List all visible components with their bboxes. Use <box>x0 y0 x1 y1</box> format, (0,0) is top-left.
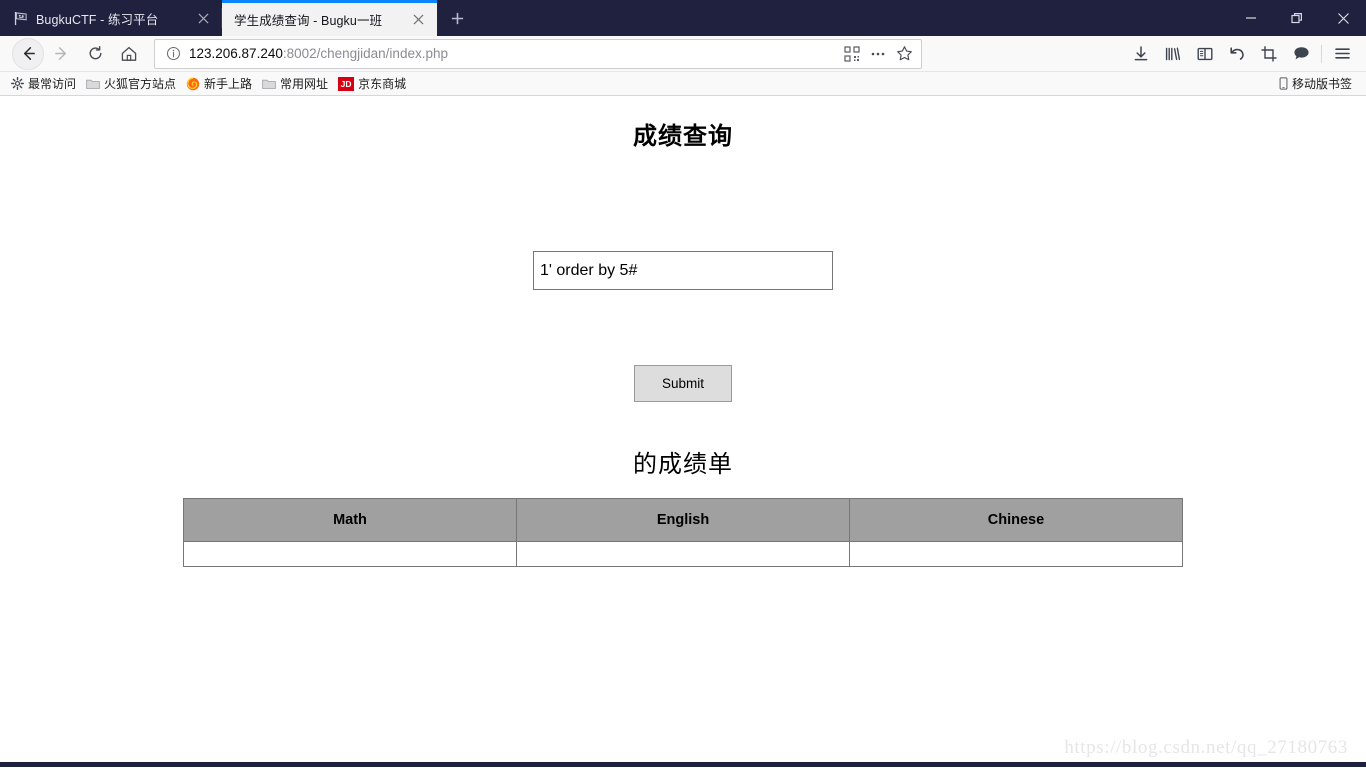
query-input[interactable] <box>533 251 833 290</box>
bookmark-item-getting-started[interactable]: 新手上路 <box>181 74 257 93</box>
browser-title-bar: BugkuCTF - 练习平台 学生成绩查询 - Bugku一班 <box>0 0 1366 36</box>
grades-table-head: Math English Chinese <box>183 498 1183 542</box>
pirate-flag-icon <box>12 10 28 26</box>
plus-icon <box>451 12 463 24</box>
page-actions-ellipsis-icon[interactable] <box>865 41 891 67</box>
minimize-button[interactable] <box>1228 0 1274 36</box>
bookmark-star-icon[interactable] <box>891 41 917 67</box>
window-controls <box>1228 0 1366 36</box>
bookmark-label: 火狐官方站点 <box>104 77 177 91</box>
navigation-toolbar: 123.206.87.240:8002/chengjidan/index.php <box>0 36 1366 72</box>
browser-tab-title: BugkuCTF - 练习平台 <box>36 12 159 27</box>
library-icon[interactable] <box>1157 39 1189 69</box>
home-button[interactable] <box>112 39 146 69</box>
cell-math <box>183 541 517 567</box>
new-tab-button[interactable] <box>437 0 477 36</box>
submit-button[interactable]: Submit <box>634 365 732 402</box>
cell-chinese <box>849 541 1183 567</box>
toolbar-separator <box>1321 44 1322 63</box>
page-content: 成绩查询 Submit 的成绩单 Math English Chinese ht… <box>0 96 1366 767</box>
close-window-button[interactable] <box>1320 0 1366 36</box>
info-circle-icon[interactable] <box>163 44 183 64</box>
table-header-row: Math English Chinese <box>183 498 1183 542</box>
column-header-chinese: Chinese <box>849 498 1183 542</box>
browser-tab-1[interactable]: BugkuCTF - 练习平台 <box>0 0 222 36</box>
bookmark-label: 最常访问 <box>28 77 77 91</box>
hamburger-menu-icon[interactable] <box>1326 39 1358 69</box>
close-icon <box>1337 12 1349 24</box>
reload-button[interactable] <box>78 39 112 69</box>
column-header-math: Math <box>183 498 517 542</box>
screenshot-crop-icon[interactable] <box>1253 39 1285 69</box>
report-title: 的成绩单 <box>633 451 733 478</box>
bookmark-item-most-visited[interactable]: 最常访问 <box>6 74 81 93</box>
bookmark-item-common-sites[interactable]: 常用网址 <box>257 74 333 93</box>
back-arrow-icon <box>23 47 35 60</box>
mobile-icon <box>1279 77 1288 90</box>
undo-close-tab-icon[interactable] <box>1221 39 1253 69</box>
sidebar-icon[interactable] <box>1189 39 1221 69</box>
bookmark-item-firefox-official[interactable]: 火狐官方站点 <box>81 74 181 93</box>
browser-tab-2[interactable]: 学生成绩查询 - Bugku一班 <box>222 0 437 36</box>
bookmark-item-mobile-bookmarks[interactable]: 移动版书签 <box>1279 75 1360 92</box>
watermark-text: https://blog.csdn.net/qq_27180763 <box>1064 737 1348 758</box>
bookmark-label: 常用网址 <box>280 77 329 91</box>
bottom-bar <box>0 762 1366 767</box>
grades-table: Math English Chinese <box>183 498 1183 567</box>
folder-icon <box>86 78 100 90</box>
restore-button[interactable] <box>1274 0 1320 36</box>
table-row <box>183 541 1183 567</box>
toolbar-right-icons <box>1125 39 1358 69</box>
back-button[interactable] <box>12 37 44 70</box>
chat-bubble-icon[interactable] <box>1285 39 1317 69</box>
gear-icon <box>11 77 24 90</box>
qr-code-icon[interactable] <box>839 41 865 67</box>
bookmark-label: 京东商城 <box>358 77 407 91</box>
reload-icon <box>89 45 101 60</box>
close-icon[interactable] <box>194 9 212 27</box>
cell-english <box>516 541 850 567</box>
minimize-icon <box>1246 17 1256 19</box>
tab-strip: BugkuCTF - 练习平台 学生成绩查询 - Bugku一班 <box>0 0 477 36</box>
bookmark-label: 新手上路 <box>204 77 253 91</box>
downloads-icon[interactable] <box>1125 39 1157 69</box>
restore-icon <box>1290 12 1302 23</box>
bookmark-label: 移动版书签 <box>1291 77 1352 91</box>
folder-icon <box>262 78 276 90</box>
jd-icon: JD <box>338 76 355 91</box>
home-icon <box>121 46 137 61</box>
bookmarks-toolbar: 最常访问 火狐官方站点 新手上路 常用网址 JD 京东商城 移动版书签 <box>0 72 1366 96</box>
url-path: :8002/chengjidan/index.php <box>282 46 448 61</box>
address-bar-text[interactable]: 123.206.87.240:8002/chengjidan/index.php <box>183 46 839 61</box>
firefox-icon <box>186 77 200 91</box>
address-bar[interactable]: 123.206.87.240:8002/chengjidan/index.php <box>154 38 922 69</box>
browser-tab-title: 学生成绩查询 - Bugku一班 <box>234 14 383 28</box>
close-icon[interactable] <box>409 11 427 29</box>
forward-button <box>44 39 78 69</box>
jd-badge-text: JD <box>340 78 352 89</box>
bookmark-item-jd[interactable]: JD 京东商城 <box>333 74 411 93</box>
grades-table-body <box>183 541 1183 567</box>
url-host: 123.206.87.240 <box>189 46 283 61</box>
column-header-english: English <box>516 498 850 542</box>
forward-arrow-icon <box>54 47 66 60</box>
page-title: 成绩查询 <box>633 123 733 150</box>
